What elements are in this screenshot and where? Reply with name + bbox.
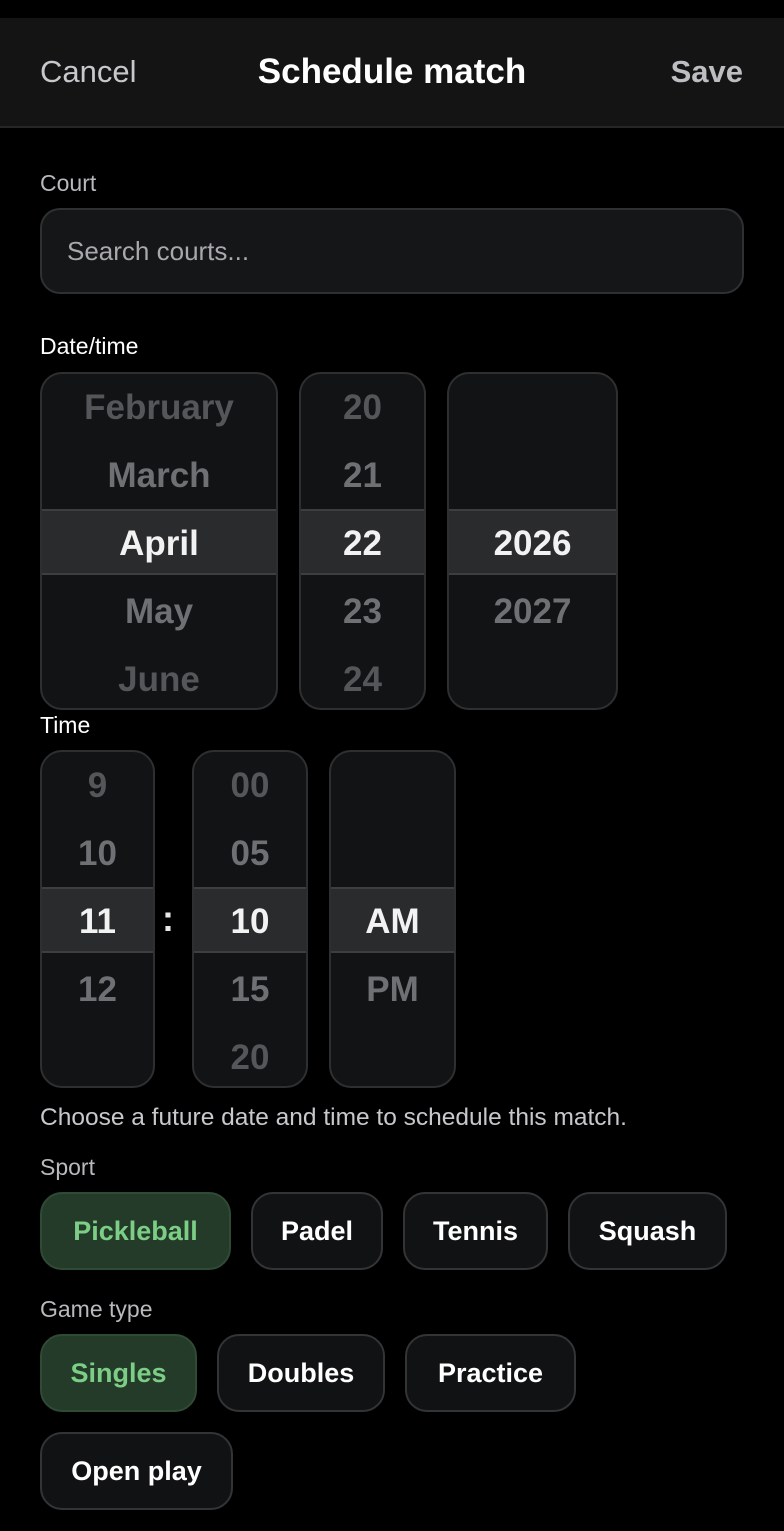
sport-chip-padel[interactable]: Padel [251, 1192, 383, 1270]
minute-option[interactable]: 05 [194, 820, 306, 888]
hour-option[interactable]: 10 [42, 820, 153, 888]
court-label: Court [40, 170, 97, 196]
period-option[interactable]: PM [331, 956, 454, 1024]
game-type-label: Game type [40, 1296, 153, 1322]
year-option-selected[interactable]: 2026 [449, 510, 616, 578]
sport-chip-tennis[interactable]: Tennis [403, 1192, 548, 1270]
nav-header: Cancel Schedule match Save [0, 18, 784, 128]
day-option[interactable]: 23 [301, 578, 424, 646]
sport-chip-squash[interactable]: Squash [568, 1192, 727, 1270]
datetime-label: Date/time [40, 333, 139, 359]
hour-option-selected[interactable]: 11 [42, 888, 153, 956]
datetime-helper-text: Choose a future date and time to schedul… [40, 1104, 627, 1131]
month-option-selected[interactable]: April [42, 510, 276, 578]
minute-option[interactable]: 00 [194, 752, 306, 820]
year-picker[interactable]: 2026 2027 [447, 372, 618, 710]
sport-chip-pickleball[interactable]: Pickleball [40, 1192, 231, 1270]
court-search-input[interactable]: Search courts... [40, 208, 744, 294]
sport-label: Sport [40, 1154, 95, 1180]
save-button[interactable]: Save [671, 54, 743, 90]
game-type-chip-doubles[interactable]: Doubles [217, 1334, 385, 1412]
month-option[interactable]: March [42, 442, 276, 510]
month-option[interactable]: February [42, 374, 276, 442]
month-picker[interactable]: February March April May June [40, 372, 278, 710]
period-option-selected[interactable]: AM [331, 888, 454, 956]
period-picker[interactable]: AM PM [329, 750, 456, 1088]
hour-option[interactable]: 9 [42, 752, 153, 820]
minute-option[interactable]: 20 [194, 1024, 306, 1086]
month-option[interactable]: May [42, 578, 276, 646]
game-type-chip-practice[interactable]: Practice [405, 1334, 576, 1412]
month-option[interactable]: June [42, 646, 276, 708]
page-title: Schedule match [257, 52, 527, 91]
game-type-chip-singles[interactable]: Singles [40, 1334, 197, 1412]
status-bar-area [0, 0, 784, 18]
minute-picker[interactable]: 00 05 10 15 20 [192, 750, 308, 1088]
day-option-selected[interactable]: 22 [301, 510, 424, 578]
minute-option-selected[interactable]: 10 [194, 888, 306, 956]
year-option[interactable]: 2027 [449, 578, 616, 646]
day-picker[interactable]: 20 21 22 23 24 [299, 372, 426, 710]
time-label: Time [40, 712, 91, 738]
game-type-chip-open-play[interactable]: Open play [40, 1432, 233, 1510]
day-option[interactable]: 24 [301, 646, 424, 708]
time-separator: : [162, 898, 174, 939]
minute-option[interactable]: 15 [194, 956, 306, 1024]
day-option[interactable]: 20 [301, 374, 424, 442]
day-option[interactable]: 21 [301, 442, 424, 510]
hour-picker[interactable]: 9 10 11 12 [40, 750, 155, 1088]
hour-option[interactable]: 12 [42, 956, 153, 1024]
